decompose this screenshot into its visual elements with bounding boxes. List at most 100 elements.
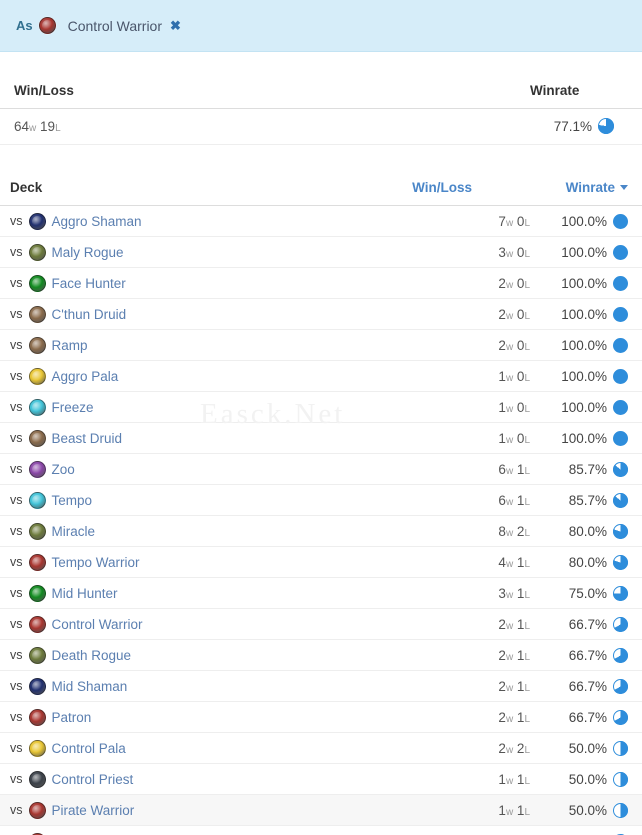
column-header-winrate[interactable]: Winrate (530, 171, 642, 206)
losses-value: 1 (513, 802, 525, 818)
active-filter-banner: As Control Warrior ✖ (0, 0, 642, 52)
deck-name-link[interactable]: Control Priest (52, 772, 134, 787)
losses-value: 1 (513, 616, 525, 632)
table-row[interactable]: vs C'thun Druid 2w 0L 100.0% (0, 299, 642, 330)
winrate-pie-icon (613, 306, 628, 322)
deck-name-link[interactable]: Freeze (52, 400, 94, 415)
summary-winrate-value: 77.1% (553, 118, 592, 134)
winrate-value: 100.0% (561, 337, 607, 353)
winloss-cell: 1w 0L (370, 423, 530, 454)
winrate-pie-icon (613, 740, 628, 756)
table-row[interactable]: vs Mid Shaman 2w 1L 66.7% (0, 671, 642, 702)
winloss-cell: 2w 1L (370, 702, 530, 733)
winrate-value: 100.0% (561, 306, 607, 322)
deck-name-link[interactable]: Aggro Pala (52, 369, 119, 384)
deck-name-link[interactable]: Maly Rogue (52, 245, 124, 260)
winrate-value: 85.7% (568, 492, 607, 508)
deck-name-link[interactable]: Face Hunter (52, 276, 126, 291)
table-row[interactable]: vs Tempo Warrior 4w 1L 80.0% (0, 547, 642, 578)
column-header-deck[interactable]: Deck (0, 171, 370, 206)
deck-name-link[interactable]: Aggro Shaman (52, 214, 142, 229)
deck-name-link[interactable]: Death Rogue (52, 648, 132, 663)
wins-value: 1 (498, 368, 506, 384)
table-row[interactable]: vs Control Priest 1w 1L 50.0% (0, 764, 642, 795)
table-row[interactable]: vs Freeze 1w 0L 100.0% (0, 392, 642, 423)
deck-name-link[interactable]: Tempo Warrior (52, 555, 140, 570)
deck-name-link[interactable]: Mid Hunter (52, 586, 118, 601)
table-gap (0, 145, 642, 171)
summary-row: 64w 19L 77.1% (0, 108, 642, 145)
winrate-pie-icon (613, 461, 628, 477)
deck-cell: vs Zoo (0, 454, 370, 485)
losses-value: 1 (513, 647, 525, 663)
winloss-cell: 1w 0L (370, 361, 530, 392)
winrate-pie-icon (613, 585, 628, 601)
winrate-value: 100.0% (561, 213, 607, 229)
winrate-value: 85.7% (568, 461, 607, 477)
warrior-class-icon (28, 801, 46, 819)
column-header-winloss[interactable]: Win/Loss (370, 171, 530, 206)
table-row[interactable]: vs Miracle 8w 2L 80.0% (0, 516, 642, 547)
table-row[interactable]: vs Patron 2w 1L 66.7% (0, 702, 642, 733)
deck-name-link[interactable]: Ramp (52, 338, 88, 353)
deck-name-link[interactable]: Beast Druid (52, 431, 123, 446)
vs-label: vs (10, 307, 23, 321)
table-row[interactable]: vs Pirate Warrior 1w 1L 50.0% (0, 794, 642, 826)
wins-value: 3 (498, 585, 506, 601)
shaman-class-icon (28, 677, 46, 695)
table-row[interactable]: vs Death Rogue 2w 1L 66.7% (0, 640, 642, 671)
table-row[interactable]: vs Aggro Shaman 7w 0L 100.0% (0, 206, 642, 237)
losses-suffix: L (524, 465, 530, 477)
deck-cell: vs Aggro Pala (0, 361, 370, 392)
summary-table: Win/Loss Winrate 64w 19L 77.1% (0, 74, 642, 145)
deck-name-link[interactable]: Tempo (52, 493, 93, 508)
winrate-cell: 85.7% (530, 485, 642, 516)
losses-value: 1 (513, 678, 525, 694)
deck-cell: vs Aggro Shaman (0, 206, 370, 237)
losses-suffix: L (524, 713, 530, 725)
deck-name-link[interactable]: Patron (52, 710, 92, 725)
losses-value: 1 (513, 554, 525, 570)
winrate-cell: 50.0% (530, 764, 642, 795)
wins-value: 2 (498, 306, 506, 322)
vs-label: vs (10, 803, 23, 817)
winrate-pie-icon (613, 616, 628, 632)
losses-value: 1 (513, 771, 525, 787)
winrate-pie-icon (613, 554, 628, 570)
deck-cell: vs Mid Hunter (0, 578, 370, 609)
deck-name-link[interactable]: Control Pala (52, 741, 126, 756)
table-row[interactable]: vs Control Warrior 2w 1L 66.7% (0, 609, 642, 640)
wins-value: 2 (498, 678, 506, 694)
losses-value: 0 (513, 337, 525, 353)
losses-value: 0 (513, 213, 525, 229)
deck-name-link[interactable]: C'thun Druid (52, 307, 127, 322)
winloss-cell: 2w 0L (370, 330, 530, 361)
winrate-cell: 50.0% (530, 733, 642, 764)
deck-name-link[interactable]: Zoo (52, 462, 75, 477)
winloss-cell: 3w 1L (370, 578, 530, 609)
winrate-cell: 100.0% (530, 237, 642, 268)
deck-cell: vs Mid Shaman (0, 671, 370, 702)
table-row[interactable]: vs Beast Druid 1w 0L 100.0% (0, 423, 642, 454)
table-row[interactable]: vs Zoo 6w 1L 85.7% (0, 454, 642, 485)
deck-name-link[interactable]: Control Warrior (52, 617, 143, 632)
table-row[interactable]: vs Aggro Pala 1w 0L 100.0% (0, 361, 642, 392)
losses-suffix: L (524, 496, 530, 508)
table-row[interactable]: vs Mid Hunter 3w 1L 75.0% (0, 578, 642, 609)
deck-name-link[interactable]: Miracle (52, 524, 96, 539)
table-row[interactable]: vs Control Pala 2w 2L 50.0% (0, 733, 642, 764)
winrate-cell: 66.7% (530, 671, 642, 702)
table-row[interactable]: vs Face Hunter 2w 0L 100.0% (0, 268, 642, 299)
losses-suffix: L (524, 434, 530, 446)
deck-name-link[interactable]: Mid Shaman (52, 679, 128, 694)
winrate-cell: 100.0% (530, 361, 642, 392)
table-row[interactable]: vs Ramp 2w 0L 100.0% (0, 330, 642, 361)
deck-name-link[interactable]: Pirate Warrior (52, 803, 135, 818)
winrate-cell: 66.7% (530, 609, 642, 640)
table-row[interactable]: vs Maly Rogue 3w 0L 100.0% (0, 237, 642, 268)
remove-filter-icon[interactable]: ✖ (170, 19, 181, 32)
winrate-value: 66.7% (568, 616, 607, 632)
losses-value: 2 (513, 523, 525, 539)
table-row[interactable]: vsC'thun Warrior1w 1L50.0% (0, 826, 642, 835)
table-row[interactable]: vs Tempo 6w 1L 85.7% (0, 485, 642, 516)
